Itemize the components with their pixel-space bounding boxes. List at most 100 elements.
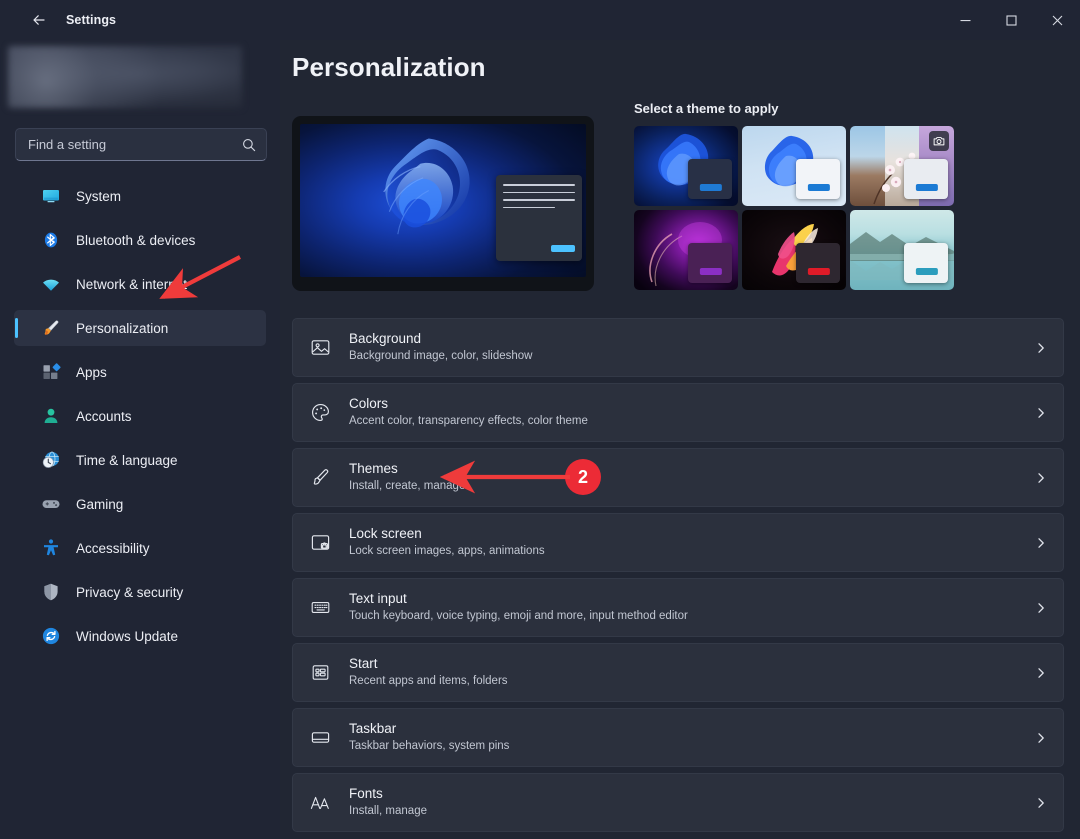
- paintbrush-icon: [40, 317, 62, 339]
- settings-row-fonts[interactable]: Fonts Install, manage: [292, 773, 1064, 832]
- sidebar-item-system[interactable]: System: [14, 178, 266, 214]
- chevron-right-icon: [1035, 342, 1047, 354]
- sidebar: System Bluetooth & devices: [0, 40, 280, 839]
- fonts-aa-icon: [307, 790, 333, 816]
- user-profile-blurred[interactable]: [8, 46, 242, 108]
- sidebar-item-label: Time & language: [76, 452, 178, 468]
- sidebar-item-network-internet[interactable]: Network & internet: [14, 266, 266, 302]
- thumb-accent-pill: [699, 268, 722, 275]
- settings-row-title: Lock screen: [349, 526, 422, 542]
- minimize-icon[interactable]: [942, 0, 988, 40]
- sidebar-item-label: System: [76, 188, 122, 204]
- settings-row-title: Fonts: [349, 786, 383, 802]
- window-controls: [942, 0, 1080, 40]
- sidebar-nav: System Bluetooth & devices Network & int…: [0, 178, 280, 662]
- theme-thumb-captured-motion-dark[interactable]: [634, 210, 738, 290]
- shield-icon: [40, 581, 62, 603]
- search-input[interactable]: [28, 137, 242, 152]
- sidebar-item-label: Bluetooth & devices: [76, 232, 196, 248]
- settings-row-background[interactable]: Background Background image, color, slid…: [292, 318, 1064, 377]
- sidebar-item-label: Accounts: [76, 408, 132, 424]
- settings-row-title: Themes: [349, 461, 398, 477]
- settings-row-title: Colors: [349, 396, 389, 412]
- content-area: Personalization Select a theme to apply …: [280, 40, 1080, 839]
- settings-row-taskbar[interactable]: Taskbar Taskbar behaviors, system pins: [292, 708, 1064, 767]
- clock-globe-icon: [40, 449, 62, 471]
- sidebar-item-label: Windows Update: [76, 628, 179, 644]
- sidebar-item-label: Apps: [76, 364, 107, 380]
- callout-badge-2: 2: [565, 459, 601, 495]
- settings-row-text: Text input Touch keyboard, voice typing,…: [349, 591, 1035, 623]
- monitor-icon: [40, 185, 62, 207]
- theme-thumb-windows-dark-bloom[interactable]: [634, 126, 738, 206]
- keyboard-icon: [307, 595, 333, 621]
- settings-row-themes[interactable]: Themes Install, create, manage: [292, 448, 1064, 507]
- settings-row-text: Start Recent apps and items, folders: [349, 656, 1035, 688]
- palette-icon: [307, 400, 333, 426]
- settings-row-subtitle: Install, manage: [349, 805, 427, 818]
- theme-thumb-glow-slideshow[interactable]: [850, 126, 954, 206]
- theme-thumb-windows-light-bloom[interactable]: [742, 126, 846, 206]
- settings-row-subtitle: Touch keyboard, voice typing, emoji and …: [349, 610, 688, 623]
- thumb-accent-pill: [699, 184, 722, 191]
- settings-row-subtitle: Install, create, manage: [349, 480, 466, 493]
- theme-thumb-flow-dark[interactable]: [742, 210, 846, 290]
- settings-row-subtitle: Background image, color, slideshow: [349, 350, 533, 363]
- settings-row-lock-screen[interactable]: Lock screen Lock screen images, apps, an…: [292, 513, 1064, 572]
- settings-row-text: Taskbar Taskbar behaviors, system pins: [349, 721, 1035, 753]
- sidebar-item-apps[interactable]: Apps: [14, 354, 266, 390]
- settings-row-subtitle: Taskbar behaviors, system pins: [349, 740, 510, 753]
- preview-window-mockup: [496, 175, 582, 261]
- title-bar: Settings: [0, 0, 1080, 40]
- bluetooth-icon: [40, 229, 62, 251]
- search-icon: [242, 138, 256, 152]
- update-refresh-icon: [40, 625, 62, 647]
- wifi-icon: [40, 273, 62, 295]
- maximize-icon[interactable]: [988, 0, 1034, 40]
- settings-row-subtitle: Accent color, transparency effects, colo…: [349, 415, 588, 428]
- settings-row-colors[interactable]: Colors Accent color, transparency effect…: [292, 383, 1064, 442]
- preview-accent-button: [551, 245, 575, 252]
- chevron-right-icon: [1035, 537, 1047, 549]
- settings-row-text: Background Background image, color, slid…: [349, 331, 1035, 363]
- lock-screen-icon: [307, 530, 333, 556]
- taskbar-icon: [307, 725, 333, 751]
- gamepad-icon: [40, 493, 62, 515]
- sidebar-item-gaming[interactable]: Gaming: [14, 486, 266, 522]
- page-title: Personalization: [292, 52, 486, 82]
- settings-row-text-input[interactable]: Text input Touch keyboard, voice typing,…: [292, 578, 1064, 637]
- sidebar-item-privacy-security[interactable]: Privacy & security: [14, 574, 266, 610]
- chevron-right-icon: [1035, 797, 1047, 809]
- chevron-right-icon: [1035, 732, 1047, 744]
- settings-window: Settings Find a setting System Bluetooth…: [0, 0, 1080, 839]
- chevron-right-icon: [1035, 407, 1047, 419]
- thumb-window-mock: [796, 243, 840, 283]
- thumb-window-mock: [796, 159, 840, 199]
- theme-preview-monitor: [292, 116, 594, 291]
- sidebar-item-accessibility[interactable]: Accessibility: [14, 530, 266, 566]
- sidebar-item-label: Network & internet: [76, 276, 188, 292]
- settings-row-start[interactable]: Start Recent apps and items, folders: [292, 643, 1064, 702]
- theme-thumb-sunrise-light[interactable]: [850, 210, 954, 290]
- sidebar-item-time-language[interactable]: Time & language: [14, 442, 266, 478]
- thumb-window-mock: [688, 243, 732, 283]
- sidebar-item-label: Privacy & security: [76, 584, 184, 600]
- accessibility-person-icon: [40, 537, 62, 559]
- sidebar-item-label: Gaming: [76, 496, 124, 512]
- search-box[interactable]: [15, 128, 267, 161]
- close-icon[interactable]: [1034, 0, 1080, 40]
- sidebar-item-windows-update[interactable]: Windows Update: [14, 618, 266, 654]
- theme-thumbnail-grid: [634, 126, 962, 290]
- thumb-accent-pill: [915, 184, 938, 191]
- back-arrow-icon[interactable]: [22, 5, 56, 35]
- person-icon: [40, 405, 62, 427]
- sidebar-item-bluetooth-devices[interactable]: Bluetooth & devices: [14, 222, 266, 258]
- preview-desktop: [300, 124, 586, 277]
- paintbrush-icon: [307, 465, 333, 491]
- sidebar-item-accounts[interactable]: Accounts: [14, 398, 266, 434]
- settings-row-title: Background: [349, 331, 422, 347]
- sidebar-item-personalization[interactable]: Personalization: [14, 310, 266, 346]
- settings-row-text: Lock screen Lock screen images, apps, an…: [349, 526, 1035, 558]
- settings-row-subtitle: Recent apps and items, folders: [349, 675, 508, 688]
- settings-row-title: Taskbar: [349, 721, 397, 737]
